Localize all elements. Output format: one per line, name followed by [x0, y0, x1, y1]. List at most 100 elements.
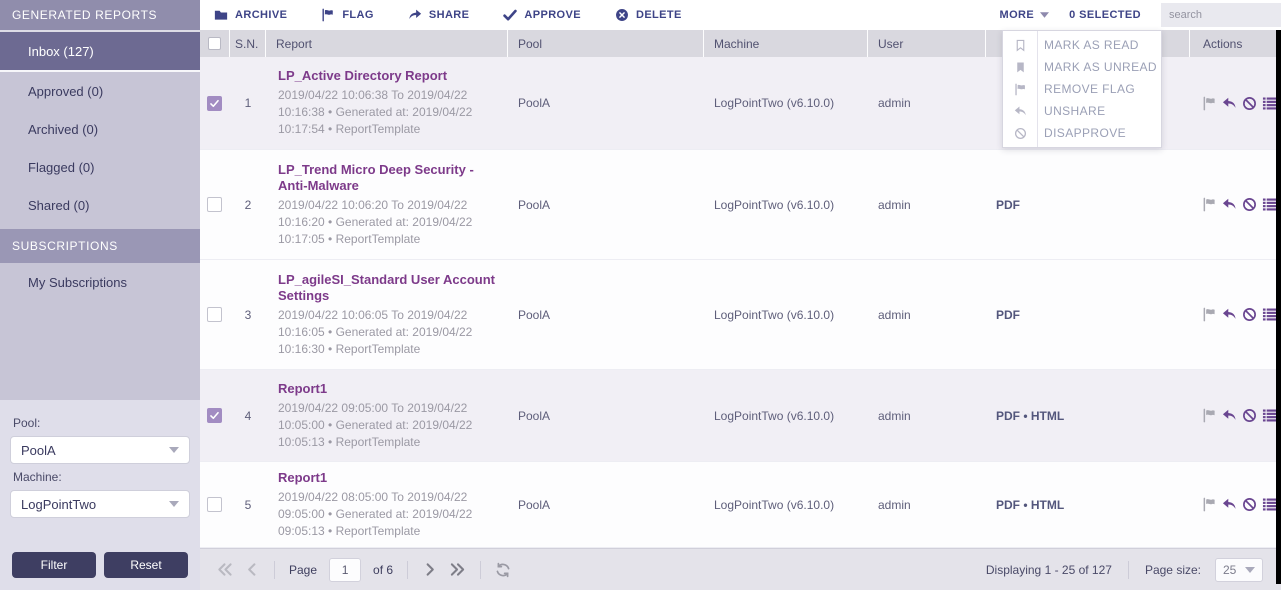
- machine-filter-label: Machine:: [13, 470, 190, 484]
- cell-sn: 3: [230, 260, 266, 369]
- selected-count: 0 SELECTED: [1069, 9, 1141, 21]
- cell-pool: PoolA: [508, 462, 704, 547]
- menu-item-disapprove[interactable]: DISAPPROVE: [1003, 122, 1161, 144]
- disapprove-icon[interactable]: [1242, 408, 1257, 423]
- machine-select[interactable]: LogPointTwo: [10, 490, 190, 518]
- share-arrow-icon: [408, 8, 422, 22]
- table-row[interactable]: 3 LP_agileSI_Standard User Account Setti…: [200, 260, 1276, 370]
- menu-item-mark-as-read[interactable]: MARK AS READ: [1003, 34, 1161, 56]
- row-checkbox[interactable]: [207, 96, 222, 111]
- refresh-icon[interactable]: [495, 562, 511, 578]
- share-button[interactable]: SHARE: [408, 8, 470, 22]
- sidebar-item-shared[interactable]: Shared (0): [0, 186, 200, 224]
- list-icon[interactable]: [1262, 307, 1277, 322]
- sidebar-item-flagged[interactable]: Flagged (0): [0, 148, 200, 186]
- unshare-icon[interactable]: [1222, 307, 1237, 322]
- cell-actions: [1190, 260, 1276, 369]
- disapprove-icon[interactable]: [1242, 197, 1257, 212]
- unshare-icon[interactable]: [1222, 497, 1237, 512]
- report-title-link[interactable]: Report1: [278, 470, 327, 486]
- cell-actions: [1190, 370, 1276, 461]
- folder-icon: [214, 8, 228, 22]
- toolbar: ARCHIVE FLAG SHARE APPROVE DELETE MORE: [200, 0, 1281, 30]
- pagination-bar: Page of 6 Displaying 1 - 25 of 127 Page …: [200, 548, 1281, 590]
- flag-button[interactable]: FLAG: [321, 8, 374, 22]
- disapprove-icon[interactable]: [1242, 96, 1257, 111]
- list-icon[interactable]: [1262, 497, 1277, 512]
- select-all-checkbox[interactable]: [208, 37, 221, 50]
- cell-pool: PoolA: [508, 370, 704, 461]
- unshare-icon[interactable]: [1222, 408, 1237, 423]
- row-checkbox[interactable]: [207, 307, 222, 322]
- flag-icon[interactable]: [1202, 96, 1217, 111]
- cell-report: LP_agileSI_Standard User Account Setting…: [266, 260, 508, 369]
- more-button[interactable]: MORE: [1000, 9, 1050, 21]
- cell-formats: PDF: [986, 150, 1190, 259]
- table-row[interactable]: 5 Report1 2019/04/22 08:05:00 To 2019/04…: [200, 462, 1276, 548]
- flag-icon[interactable]: [1202, 408, 1217, 423]
- page-size-select[interactable]: 25: [1215, 558, 1263, 582]
- first-page-icon[interactable]: [216, 562, 233, 577]
- page-of-label: of 6: [373, 563, 393, 577]
- menu-item-mark-as-unread[interactable]: MARK AS UNREAD: [1003, 56, 1161, 78]
- table-row[interactable]: 4 Report1 2019/04/22 09:05:00 To 2019/04…: [200, 370, 1276, 462]
- reply-arrow-icon: [1012, 105, 1028, 118]
- menu-item-unshare[interactable]: UNSHARE: [1003, 100, 1161, 122]
- menu-item-remove-flag[interactable]: REMOVE FLAG: [1003, 78, 1161, 100]
- list-icon[interactable]: [1262, 197, 1277, 212]
- filter-button[interactable]: Filter: [12, 552, 96, 578]
- archive-button[interactable]: ARCHIVE: [214, 8, 287, 22]
- sidebar-item-inbox[interactable]: Inbox (127): [0, 30, 200, 72]
- cell-machine: LogPointTwo (v6.10.0): [704, 57, 868, 149]
- list-icon[interactable]: [1262, 408, 1277, 423]
- next-page-icon[interactable]: [422, 562, 437, 577]
- disapprove-icon[interactable]: [1242, 307, 1257, 322]
- row-checkbox[interactable]: [207, 197, 222, 212]
- page-label: Page: [289, 563, 317, 577]
- last-page-icon[interactable]: [449, 562, 466, 577]
- table-row[interactable]: 2 LP_Trend Micro Deep Security - Anti-Ma…: [200, 150, 1276, 260]
- cell-report: Report1 2019/04/22 09:05:00 To 2019/04/2…: [266, 370, 508, 461]
- row-checkbox[interactable]: [207, 497, 222, 512]
- prev-page-icon[interactable]: [245, 562, 260, 577]
- flag-icon[interactable]: [1202, 307, 1217, 322]
- displaying-text: Displaying 1 - 25 of 127: [986, 563, 1112, 577]
- reset-button[interactable]: Reset: [104, 552, 188, 578]
- report-details: 2019/04/22 10:06:05 To 2019/04/22 10:16:…: [278, 307, 490, 358]
- cell-report: LP_Trend Micro Deep Security - Anti-Malw…: [266, 150, 508, 259]
- flag-icon[interactable]: [1202, 197, 1217, 212]
- sidebar-item-approved[interactable]: Approved (0): [0, 72, 200, 110]
- filter-panel: Pool: PoolA Machine: LogPointTwo Filter …: [0, 400, 200, 590]
- approve-button[interactable]: APPROVE: [503, 8, 581, 22]
- ban-icon: [1012, 127, 1028, 140]
- pool-select[interactable]: PoolA: [10, 436, 190, 464]
- report-title-link[interactable]: LP_Trend Micro Deep Security - Anti-Malw…: [278, 162, 500, 194]
- search-input[interactable]: [1161, 3, 1281, 27]
- report-title-link[interactable]: Report1: [278, 381, 327, 397]
- column-header-machine: Machine: [704, 30, 868, 57]
- row-checkbox[interactable]: [207, 408, 222, 423]
- more-menu: MARK AS READ MARK AS UNREAD REMOVE FLAG …: [1002, 30, 1162, 148]
- bookmark-filled-icon: [1012, 61, 1028, 74]
- cell-pool: PoolA: [508, 150, 704, 259]
- cell-actions: [1190, 462, 1276, 547]
- cell-user: admin: [868, 57, 986, 149]
- disapprove-icon[interactable]: [1242, 497, 1257, 512]
- subscriptions-header: SUBSCRIPTIONS: [0, 229, 200, 263]
- report-title-link[interactable]: LP_agileSI_Standard User Account Setting…: [278, 272, 500, 304]
- sidebar-item-archived[interactable]: Archived (0): [0, 110, 200, 148]
- delete-button[interactable]: DELETE: [615, 8, 682, 22]
- column-header-pool: Pool: [508, 30, 704, 57]
- cell-actions: [1190, 150, 1276, 259]
- cell-sn: 4: [230, 370, 266, 461]
- cell-machine: LogPointTwo (v6.10.0): [704, 462, 868, 547]
- report-title-link[interactable]: LP_Active Directory Report: [278, 68, 447, 84]
- list-icon[interactable]: [1262, 96, 1277, 111]
- flag-icon[interactable]: [1202, 497, 1217, 512]
- unshare-icon[interactable]: [1222, 197, 1237, 212]
- unshare-icon[interactable]: [1222, 96, 1237, 111]
- cell-user: admin: [868, 370, 986, 461]
- cell-sn: 2: [230, 150, 266, 259]
- page-number-input[interactable]: [329, 558, 361, 582]
- sidebar-item-my-subscriptions[interactable]: My Subscriptions: [0, 263, 200, 301]
